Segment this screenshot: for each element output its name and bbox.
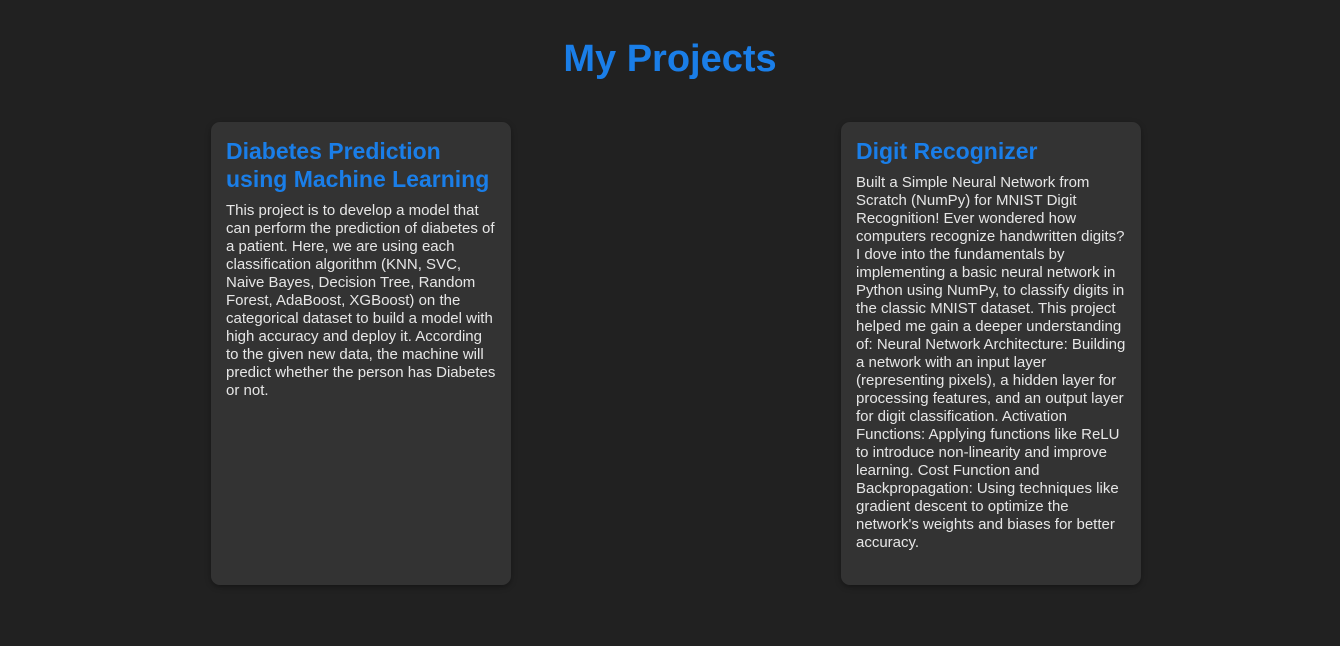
project-title: Digit Recognizer bbox=[856, 138, 1038, 164]
project-card-diabetes: Diabetes Prediction using Machine Learni… bbox=[211, 122, 511, 585]
projects-page: My Projects Diabetes Prediction using Ma… bbox=[0, 0, 1340, 646]
project-description: This project is to develop a model that … bbox=[226, 202, 496, 399]
page-title: My Projects bbox=[563, 38, 777, 80]
project-card-digit-recognizer: Digit Recognizer Built a Simple Neural N… bbox=[841, 122, 1141, 585]
project-description: Built a Simple Neural Network from Scrat… bbox=[856, 174, 1126, 551]
project-title: Diabetes Prediction using Machine Learni… bbox=[226, 138, 490, 192]
